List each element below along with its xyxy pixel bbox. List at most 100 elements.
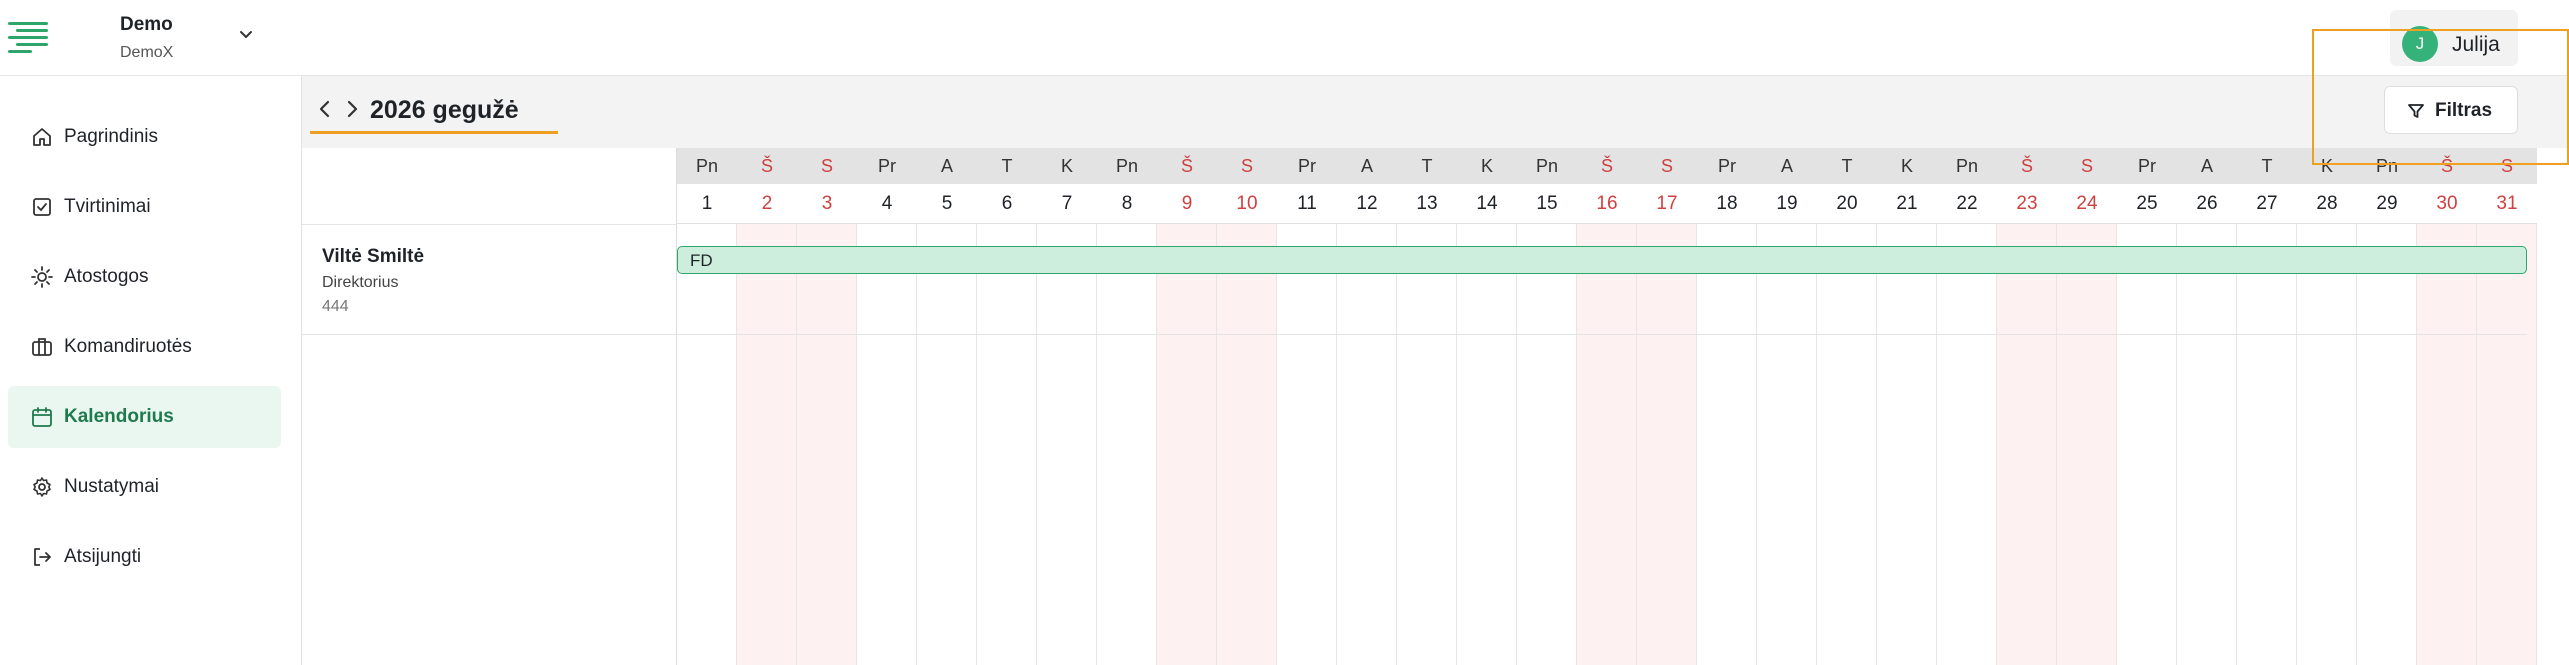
day-number: 1 — [677, 184, 737, 224]
day-column[interactable]: S 10 — [1217, 148, 1277, 665]
day-column[interactable]: A 26 — [2177, 148, 2237, 665]
day-abbreviation: S — [1217, 148, 1277, 184]
day-number: 12 — [1337, 184, 1397, 224]
employee-code: 444 — [322, 298, 349, 315]
day-column[interactable]: S3 — [797, 148, 857, 665]
chevron-left-icon[interactable] — [314, 98, 336, 120]
day-column[interactable]: Pn 29 — [2357, 148, 2417, 665]
day-column[interactable]: Pn 22 — [1937, 148, 1997, 665]
day-abbreviation: A — [917, 148, 977, 184]
day-abbreviation: T — [1397, 148, 1457, 184]
employee-column: Viltė Smiltė Direktorius 444 — [302, 148, 677, 665]
day-column[interactable]: T6 — [977, 148, 1037, 665]
day-abbreviation: Pr — [1697, 148, 1757, 184]
briefcase-icon — [32, 338, 52, 356]
day-number: 2 — [737, 184, 797, 224]
employee-name[interactable]: Viltė Smiltė — [322, 246, 424, 268]
day-column[interactable]: Š2 — [737, 148, 797, 665]
day-number: 19 — [1757, 184, 1817, 224]
logout-icon — [34, 548, 51, 566]
employee-role: Direktorius — [322, 274, 399, 291]
day-column[interactable]: A5 — [917, 148, 977, 665]
row-divider — [677, 334, 2527, 335]
day-number: 16 — [1577, 184, 1637, 224]
day-column[interactable]: K 14 — [1457, 148, 1517, 665]
user-menu[interactable]: J Julija — [2390, 10, 2518, 66]
day-column[interactable]: Š9 — [1157, 148, 1217, 665]
day-number: 20 — [1817, 184, 1877, 224]
day-column[interactable]: A 19 — [1757, 148, 1817, 665]
day-column[interactable]: Pr 4 — [857, 148, 917, 665]
day-column[interactable]: K 28 — [2297, 148, 2357, 665]
filter-button[interactable]: Filtras — [2384, 86, 2518, 134]
chevron-down-icon[interactable] — [238, 26, 254, 42]
day-column[interactable]: Pn 15 — [1517, 148, 1577, 665]
home-icon — [33, 128, 51, 146]
day-abbreviation: K — [1457, 148, 1517, 184]
day-number: 7 — [1037, 184, 1097, 224]
menu-logo-icon[interactable] — [8, 18, 52, 54]
sidebar-item-label: Nustatymai — [64, 476, 160, 497]
sidebar-item-kalendorius[interactable]: Kalendorius — [8, 386, 281, 448]
day-abbreviation: Pr — [2117, 148, 2177, 184]
sidebar-item-komandiruotes[interactable]: Komandiruotės — [8, 316, 281, 378]
filter-button-label: Filtras — [2435, 100, 2493, 121]
sun-icon — [31, 266, 53, 288]
organization-subtitle: DemoX — [120, 44, 174, 61]
day-number: 11 — [1277, 184, 1337, 224]
organization-switcher[interactable]: Demo DemoX — [120, 14, 173, 62]
chevron-right-icon[interactable] — [341, 98, 363, 120]
calendar-toolbar — [302, 76, 2569, 148]
day-column[interactable]: S 31 — [2477, 148, 2537, 665]
page-title: 2026 gegužė — [370, 96, 519, 124]
day-column[interactable]: T 20 — [1817, 148, 1877, 665]
calendar-icon — [32, 407, 52, 427]
day-abbreviation: T — [1817, 148, 1877, 184]
day-abbreviation: T — [977, 148, 1037, 184]
day-abbreviation: K — [2297, 148, 2357, 184]
day-number: 18 — [1697, 184, 1757, 224]
user-name: Julija — [2452, 33, 2500, 56]
day-abbreviation: S — [2057, 148, 2117, 184]
day-column[interactable]: Š 16 — [1577, 148, 1637, 665]
day-abbreviation: Š — [1577, 148, 1637, 184]
day-column[interactable]: Š 30 — [2417, 148, 2477, 665]
sidebar-item-atsijungti[interactable]: Atsijungti — [8, 526, 281, 588]
day-number: 8 — [1097, 184, 1157, 224]
day-number: 6 — [977, 184, 1037, 224]
sidebar-item-tvirtinimai[interactable]: Tvirtinimai — [8, 176, 281, 238]
day-number: 13 — [1397, 184, 1457, 224]
day-number: 4 — [857, 184, 917, 224]
day-column[interactable]: Pr 25 — [2117, 148, 2177, 665]
day-number: 3 — [797, 184, 857, 224]
calendar-grid: Viltė Smiltė Direktorius 444 S 31 Š 30 Pn 29 K… — [302, 148, 2569, 665]
day-column[interactable]: Pn 8 — [1097, 148, 1157, 665]
sidebar-item-nustatymai[interactable]: Nustatymai — [8, 456, 281, 518]
day-column[interactable]: T 13 — [1397, 148, 1457, 665]
day-column[interactable]: K 21 — [1877, 148, 1937, 665]
day-abbreviation: A — [1337, 148, 1397, 184]
sidebar-item-pagrindinis[interactable]: Pagrindinis — [8, 106, 281, 168]
day-column[interactable]: Pn 1 — [677, 148, 737, 665]
day-abbreviation: Š — [1157, 148, 1217, 184]
day-column[interactable]: Š 23 — [1997, 148, 2057, 665]
day-columns: S 31 Š 30 Pn 29 K 28 T 27 A 26 Pr 25 S 24 Š 23 Pn 22 K 21 T 20 A… — [677, 148, 2537, 665]
day-column[interactable]: S 24 — [2057, 148, 2117, 665]
day-column[interactable]: K7 — [1037, 148, 1097, 665]
day-column[interactable]: Pr 11 — [1277, 148, 1337, 665]
day-column[interactable]: S 17 — [1637, 148, 1697, 665]
gear-icon — [33, 477, 51, 497]
event-bar[interactable]: FD — [677, 246, 2527, 274]
day-column[interactable]: A 12 — [1337, 148, 1397, 665]
day-abbreviation: Pn — [1517, 148, 1577, 184]
sidebar-item-atostogos[interactable]: Atostogos — [8, 246, 281, 308]
sidebar: Pagrindinis Tvirtinimai Atostogos Komand… — [0, 76, 302, 665]
day-abbreviation: Pn — [677, 148, 737, 184]
day-column[interactable]: Pr 18 — [1697, 148, 1757, 665]
day-number: 28 — [2297, 184, 2357, 224]
day-number: 15 — [1517, 184, 1577, 224]
day-column[interactable]: T 27 — [2237, 148, 2297, 665]
day-abbreviation: A — [1757, 148, 1817, 184]
top-bar: Demo DemoX J Julija — [0, 0, 2569, 76]
filter-icon — [2408, 104, 2424, 118]
